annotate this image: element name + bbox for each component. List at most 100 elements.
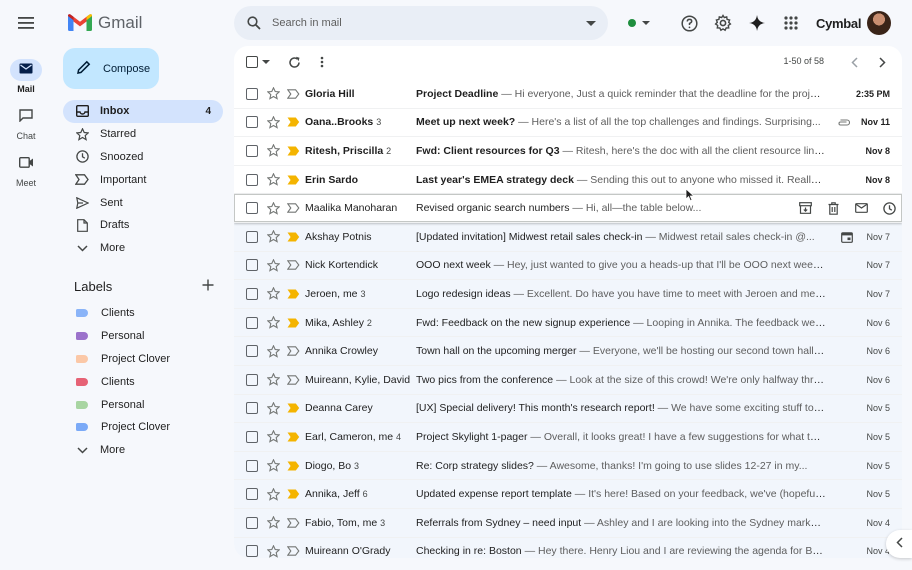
search-icon[interactable] (246, 15, 262, 31)
row-checkbox[interactable] (246, 87, 258, 100)
label-item[interactable]: Project Clover (63, 416, 223, 439)
email-row[interactable]: Fabio, Tom, me 3 Referrals from Sydney – … (234, 508, 902, 538)
snooze-clock-icon[interactable] (882, 201, 896, 215)
label-item[interactable]: Personal (63, 393, 223, 416)
refresh-icon[interactable] (288, 54, 301, 70)
important-marker-icon[interactable] (286, 459, 300, 473)
important-marker-icon[interactable] (286, 87, 300, 101)
rail-meet[interactable]: Meet (0, 153, 52, 188)
important-marker-icon[interactable] (286, 430, 300, 444)
next-page-chevron-icon[interactable] (879, 54, 886, 70)
row-checkbox[interactable] (246, 488, 258, 501)
row-checkbox[interactable] (246, 316, 258, 329)
star-icon[interactable] (266, 258, 280, 272)
row-checkbox[interactable] (246, 144, 258, 157)
help-icon[interactable] (678, 12, 700, 34)
star-icon[interactable] (266, 401, 280, 415)
row-checkbox[interactable] (246, 516, 258, 529)
email-row[interactable]: Oana..Brooks 3 Meet up next week? — Here'… (234, 108, 902, 138)
star-icon[interactable] (266, 344, 280, 358)
gemini-sparkle-icon[interactable] (746, 12, 768, 34)
label-item[interactable]: Clients (63, 302, 223, 325)
add-label-plus-icon[interactable] (202, 279, 214, 294)
star-icon[interactable] (266, 373, 280, 387)
settings-gear-icon[interactable] (712, 12, 734, 34)
star-icon[interactable] (266, 430, 280, 444)
important-marker-icon[interactable] (286, 115, 300, 129)
nav-item-important[interactable]: Important (63, 168, 223, 191)
account-area[interactable]: Cymbal (816, 8, 892, 38)
attachment-icon[interactable] (836, 115, 850, 129)
prev-page-chevron-icon[interactable] (851, 54, 858, 70)
star-icon[interactable] (266, 230, 280, 244)
star-icon[interactable] (266, 173, 280, 187)
star-icon[interactable] (266, 316, 280, 330)
row-checkbox[interactable] (246, 116, 258, 129)
more-vert-icon[interactable] (320, 54, 324, 70)
email-row[interactable]: Muireann, Kylie, David Two pics from the … (234, 365, 902, 395)
nav-item-more[interactable]: More (63, 237, 223, 260)
row-checkbox[interactable] (246, 430, 258, 443)
important-marker-icon[interactable] (286, 401, 300, 415)
nav-item-sent[interactable]: Sent (63, 191, 223, 214)
main-menu-icon[interactable] (14, 12, 38, 34)
email-row[interactable]: Jeroen, me 3 Logo redesign ideas — Excell… (234, 280, 902, 309)
star-icon[interactable] (266, 287, 280, 301)
email-row[interactable]: Mika, Ashley 2 Fwd: Feedback on the new s… (234, 308, 902, 338)
label-item[interactable]: Clients (63, 370, 223, 393)
star-icon[interactable] (266, 487, 280, 501)
select-all-checkbox[interactable] (246, 54, 258, 70)
star-icon[interactable] (266, 201, 280, 215)
row-checkbox[interactable] (246, 459, 258, 472)
labels-more[interactable]: More (63, 439, 223, 462)
avatar[interactable] (867, 11, 892, 35)
important-marker-icon[interactable] (286, 487, 300, 501)
select-options-caret-icon[interactable] (262, 54, 270, 70)
search-bar[interactable] (234, 6, 608, 40)
row-checkbox[interactable] (246, 345, 258, 358)
email-row[interactable]: Gloria Hill Project Deadline — Hi everyon… (234, 80, 902, 109)
label-item[interactable]: Personal (63, 325, 223, 348)
email-row[interactable]: Deanna Carey [UX] Special delivery! This … (234, 394, 902, 424)
star-icon[interactable] (266, 459, 280, 473)
nav-item-inbox[interactable]: Inbox 4 (63, 100, 223, 123)
row-checkbox[interactable] (246, 259, 258, 272)
delete-trash-icon[interactable] (826, 201, 840, 215)
row-checkbox[interactable] (246, 402, 258, 415)
important-marker-icon[interactable] (286, 344, 300, 358)
nav-item-starred[interactable]: Starred (63, 123, 223, 146)
search-options-icon[interactable] (586, 18, 596, 30)
email-row[interactable]: Muireann O'Grady Checking in re: Boston —… (234, 537, 902, 558)
important-marker-icon[interactable] (286, 544, 300, 558)
important-marker-icon[interactable] (286, 173, 300, 187)
email-row[interactable]: Maalika Manoharan Revised organic search … (234, 188, 902, 223)
star-icon[interactable] (266, 87, 280, 101)
important-marker-icon[interactable] (286, 258, 300, 272)
important-marker-icon[interactable] (286, 230, 300, 244)
row-checkbox[interactable] (246, 545, 258, 558)
apps-grid-icon[interactable] (780, 12, 802, 34)
email-row[interactable]: Akshay Potnis [Updated invitation] Midwes… (234, 222, 902, 252)
important-marker-icon[interactable] (286, 287, 300, 301)
star-icon[interactable] (266, 115, 280, 129)
email-row[interactable]: Earl, Cameron, me 4 Project Skylight 1-pa… (234, 423, 902, 452)
row-checkbox[interactable] (246, 373, 258, 386)
side-panel-toggle[interactable] (886, 530, 912, 558)
important-marker-icon[interactable] (286, 516, 300, 530)
star-icon[interactable] (266, 516, 280, 530)
nav-item-drafts[interactable]: Drafts (63, 214, 223, 237)
star-icon[interactable] (266, 144, 280, 158)
rail-chat[interactable]: Chat (0, 106, 52, 141)
row-checkbox[interactable] (246, 287, 258, 300)
search-input[interactable] (272, 17, 562, 29)
email-row[interactable]: Diogo, Bo 3 Re: Corp strategy slides? — A… (234, 451, 902, 481)
archive-icon[interactable] (798, 201, 812, 215)
important-marker-icon[interactable] (286, 316, 300, 330)
email-row[interactable]: Erin Sardo Last year's EMEA strategy deck… (234, 165, 902, 195)
label-item[interactable]: Project Clover (63, 348, 223, 371)
nav-item-snoozed[interactable]: Snoozed (63, 146, 223, 169)
rail-mail[interactable]: Mail (0, 59, 52, 94)
email-row[interactable]: Ritesh, Priscilla 2 Fwd: Client resources… (234, 137, 902, 166)
gmail-logo[interactable]: Gmail (68, 10, 142, 36)
important-marker-icon[interactable] (286, 201, 300, 215)
